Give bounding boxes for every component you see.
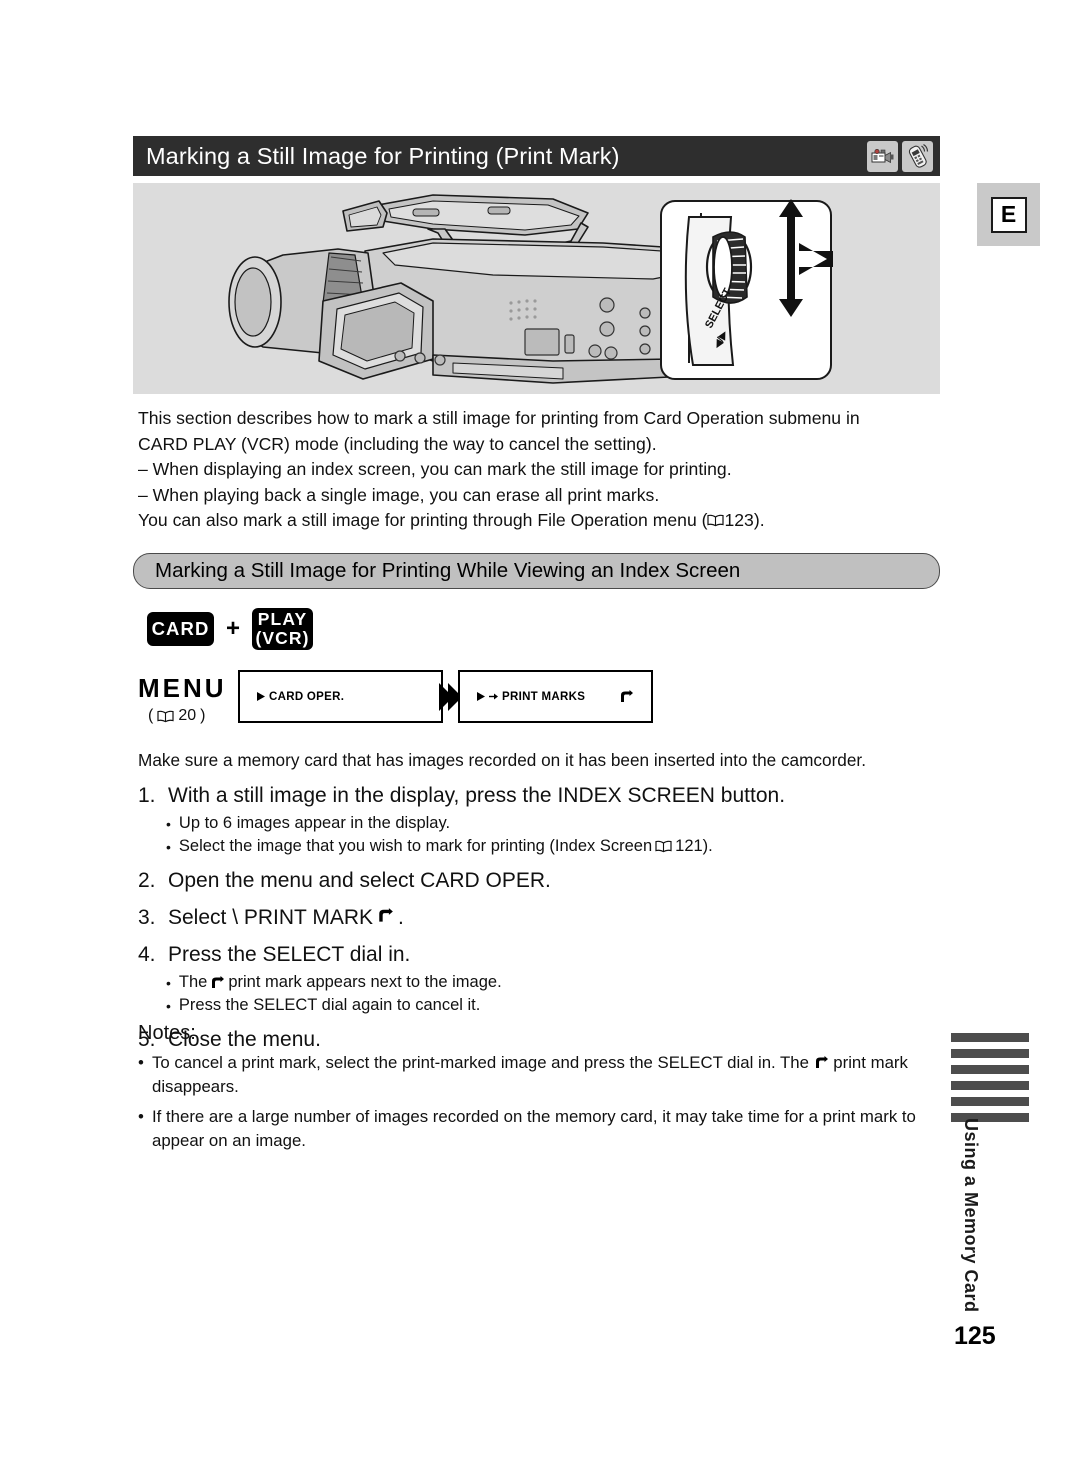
step-3-text: Select \ PRINT MARK [168,906,373,929]
step-1-bullet-1: • Up to 6 images appear in the display. [166,814,451,832]
print-mark-icon [212,975,225,988]
intro-line-5: You can also mark a still image for prin… [138,508,946,534]
mode-badge-group: CARD + PLAY (VCR) [147,608,314,650]
section-heading-text: Marking a Still Image for Printing While… [155,559,741,582]
step-4-bullet-2-text: Press the SELECT dial again to cancel it… [178,996,481,1014]
step-3-number: 3. [138,906,156,929]
badge-card: CARD [147,612,214,646]
menu-ref-close: ) [200,707,206,724]
page-title-bar: Marking a Still Image for Printing (Prin… [133,136,940,176]
book-reference-icon [655,840,672,853]
intro-line-5-page: 123 [724,510,754,531]
intro-line-3: – When displaying an index screen, you c… [138,459,732,480]
step-1-number: 1. [138,784,156,807]
chapter-tab-bar [951,1065,1029,1074]
step-4: 4. Press the SELECT dial in. [138,943,948,967]
page-number: 125 [954,1322,996,1350]
badge-plus: + [226,615,241,642]
menu-label: MENU [138,673,227,703]
menu-item-print-marks-label: PRINT MARKS [502,690,586,703]
title-icon-group [867,140,933,172]
step-3-text-after: . [398,906,404,929]
book-reference-icon [157,710,174,722]
step-1-bullet-2-before: Select the image that you wish to mark f… [178,837,653,855]
menu-page-reference: ( 20) [148,707,205,725]
note-item-2: • If there are a large number of images … [138,1105,938,1153]
chapter-tab-bar [951,1049,1029,1058]
step-4-number: 4. [138,943,156,966]
step-2-number: 2. [138,869,156,892]
section-heading: Marking a Still Image for Printing While… [133,553,940,589]
chapter-tab-bar [951,1033,1029,1042]
print-mark-icon [379,908,393,922]
intro-line-1: This section describes how to mark a sti… [138,408,860,428]
step-2: 2. Open the menu and select CARD OPER. [138,869,948,893]
step-4-bullets: • The print mark appears next to the ima… [138,973,948,1015]
camcorder-icon [867,140,898,172]
badge-play-line1: PLAY [257,609,308,629]
step-1-bullet-2-page: 121 [675,837,703,855]
instruction-preamble: Make sure a memory card that has images … [138,750,866,770]
language-tab: E [977,183,1040,246]
menu-item-print-marks[interactable]: PRINT MARKS [458,670,653,723]
intro-line-2: CARD PLAY (VCR) mode (including the way … [138,433,657,454]
step-3: 3. Select \ PRINT MARK . [138,906,948,930]
camcorder-illustration: SELECT ◀/▶ [228,194,833,384]
remote-control-icon [902,140,933,172]
menu-item-card-oper[interactable]: CARD OPER. [238,670,443,723]
right-triangle-icon [257,692,265,701]
note-item-1-before: To cancel a print mark, select the print… [152,1053,814,1072]
page-title: Marking a Still Image for Printing (Prin… [146,142,620,169]
arrow-right-small-icon [489,693,498,700]
chapter-tab-bars [951,1033,1029,1129]
note-item-2-text: If there are a large number of images re… [152,1107,916,1150]
menu-ref-page: 20 [178,707,197,724]
select-dial-callout: SELECT ◀/▶ [660,199,833,380]
step-1: 1. With a still image in the display, pr… [138,784,948,808]
step-1-bullet-1-text: Up to 6 images appear in the display. [178,814,451,832]
step-1-bullets: • Up to 6 images appear in the display. … [138,814,948,856]
badge-play-vcr: PLAY (VCR) [252,608,314,650]
step-4-bullet-1: • The print mark appears next to the ima… [166,973,502,991]
right-triangle-icon [477,692,485,701]
badge-card-label: CARD [151,618,210,639]
intro-line-5-suffix: ). [753,510,765,531]
intro-line-4: – When playing back a single image, you … [138,484,660,505]
intro-line-5-prefix: You can also mark a still image for prin… [138,510,708,531]
print-mark-icon [815,1056,828,1068]
step-1-bullet-2-after: ). [702,837,713,855]
step-2-text: Open the menu and select CARD OPER. [168,869,551,892]
step-1-text: With a still image in the display, press… [168,784,786,807]
chapter-tab-label: Using a Memory Card [961,1118,981,1313]
step-4-bullet-1-after: print mark appears next to the image. [228,973,502,991]
instruction-list: Make sure a memory card that has images … [138,750,948,1052]
step-1-bullet-2: • Select the image that you wish to mark… [166,837,713,855]
book-reference-icon [707,515,725,527]
badge-play-line2: (VCR) [255,628,310,648]
note-item-1: • To cancel a print mark, select the pri… [138,1053,908,1096]
menu-ref-open: ( [148,707,154,724]
menu-item-card-oper-label: CARD OPER. [269,690,345,703]
notes-title: Notes: [138,1022,196,1044]
chapter-tab-bar [951,1081,1029,1090]
print-mark-icon [621,689,634,702]
step-4-bullet-2: • Press the SELECT dial again to cancel … [166,996,481,1014]
chapter-tab-bar [951,1097,1029,1106]
step-4-text: Press the SELECT dial in. [168,943,411,966]
intro-paragraph: This section describes how to mark a sti… [138,406,946,534]
illustration-panel: SELECT ◀/▶ [133,183,940,394]
step-4-bullet-1-before: The [178,973,208,991]
notes-section: Notes: • To cancel a print mark, select … [138,1022,938,1153]
language-tab-label: E [990,196,1027,233]
